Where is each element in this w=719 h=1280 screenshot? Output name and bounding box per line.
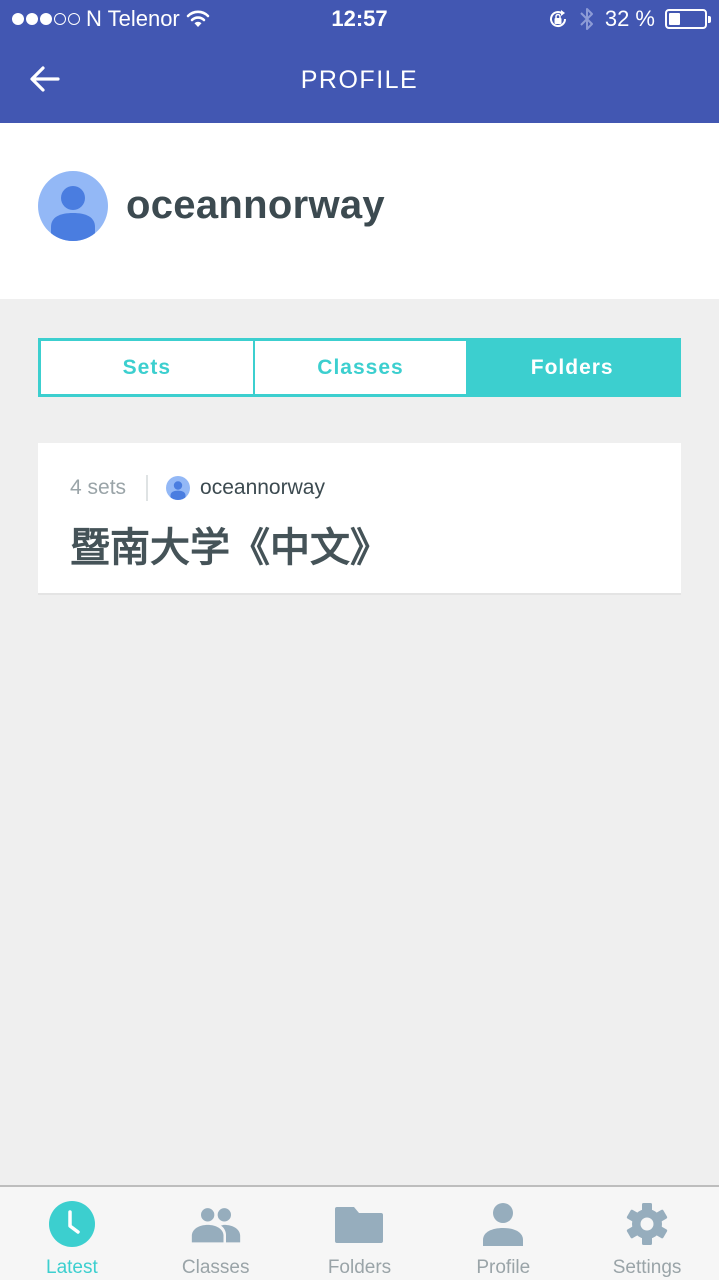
gear-icon xyxy=(626,1203,668,1245)
status-bar: N Telenor 12:57 32 % xyxy=(0,0,719,40)
profile-header: oceannorway xyxy=(0,123,719,299)
tabbar-label: Latest xyxy=(46,1257,98,1278)
divider xyxy=(146,475,149,501)
status-right: 32 % xyxy=(547,6,711,32)
tabbar-item-folders[interactable]: Folders xyxy=(288,1187,432,1280)
page-title: PROFILE xyxy=(300,66,419,94)
tab-label: Sets xyxy=(122,355,172,379)
person-icon xyxy=(483,1203,524,1246)
tabbar-label: Settings xyxy=(612,1257,682,1278)
folder-icon xyxy=(335,1207,384,1243)
battery-percent: 32 % xyxy=(604,6,655,31)
owner-name[interactable]: oceannorway xyxy=(200,476,325,500)
tabbar-label: Folders xyxy=(327,1257,392,1278)
rotation-lock-icon xyxy=(549,10,566,28)
top-bar: N Telenor 12:57 32 % PROFILE xyxy=(0,0,719,123)
tab-sets[interactable]: Sets xyxy=(41,341,253,394)
tab-label: Folders xyxy=(530,355,614,379)
folder-meta: 4 sets oceannorway xyxy=(70,475,325,501)
segmented-tabs: Sets Classes Folders xyxy=(38,338,681,397)
folder-title: 暨南大学《中文》 xyxy=(70,526,390,570)
set-count: 4 sets xyxy=(70,476,127,499)
tabbar-item-latest[interactable]: Latest xyxy=(0,1187,144,1280)
clock-icon xyxy=(48,1201,95,1247)
tabbar-item-settings[interactable]: Settings xyxy=(575,1187,719,1280)
nav-bar: PROFILE xyxy=(0,40,719,123)
battery-icon xyxy=(665,9,711,29)
people-icon xyxy=(191,1208,240,1243)
tab-folders[interactable]: Folders xyxy=(466,341,679,394)
tab-label: Classes xyxy=(317,355,404,379)
owner-avatar xyxy=(166,476,191,500)
battery-fill xyxy=(669,13,680,25)
profile-username: oceannorway xyxy=(126,183,385,227)
person-icon xyxy=(51,186,95,241)
folder-card[interactable]: 4 sets oceannorway 暨南大学《中文》 xyxy=(38,443,681,595)
tabbar-item-classes[interactable]: Classes xyxy=(144,1187,288,1280)
tabbar-item-profile[interactable]: Profile xyxy=(431,1187,575,1280)
tabbar-label: Profile xyxy=(476,1257,531,1278)
person-icon xyxy=(170,481,186,500)
bottom-tab-bar: Latest Classes Folders Profile Settings xyxy=(0,1185,719,1280)
bluetooth-icon xyxy=(580,8,593,30)
tab-classes[interactable]: Classes xyxy=(252,341,467,394)
avatar xyxy=(38,171,108,241)
tabbar-label: Classes xyxy=(181,1257,250,1278)
